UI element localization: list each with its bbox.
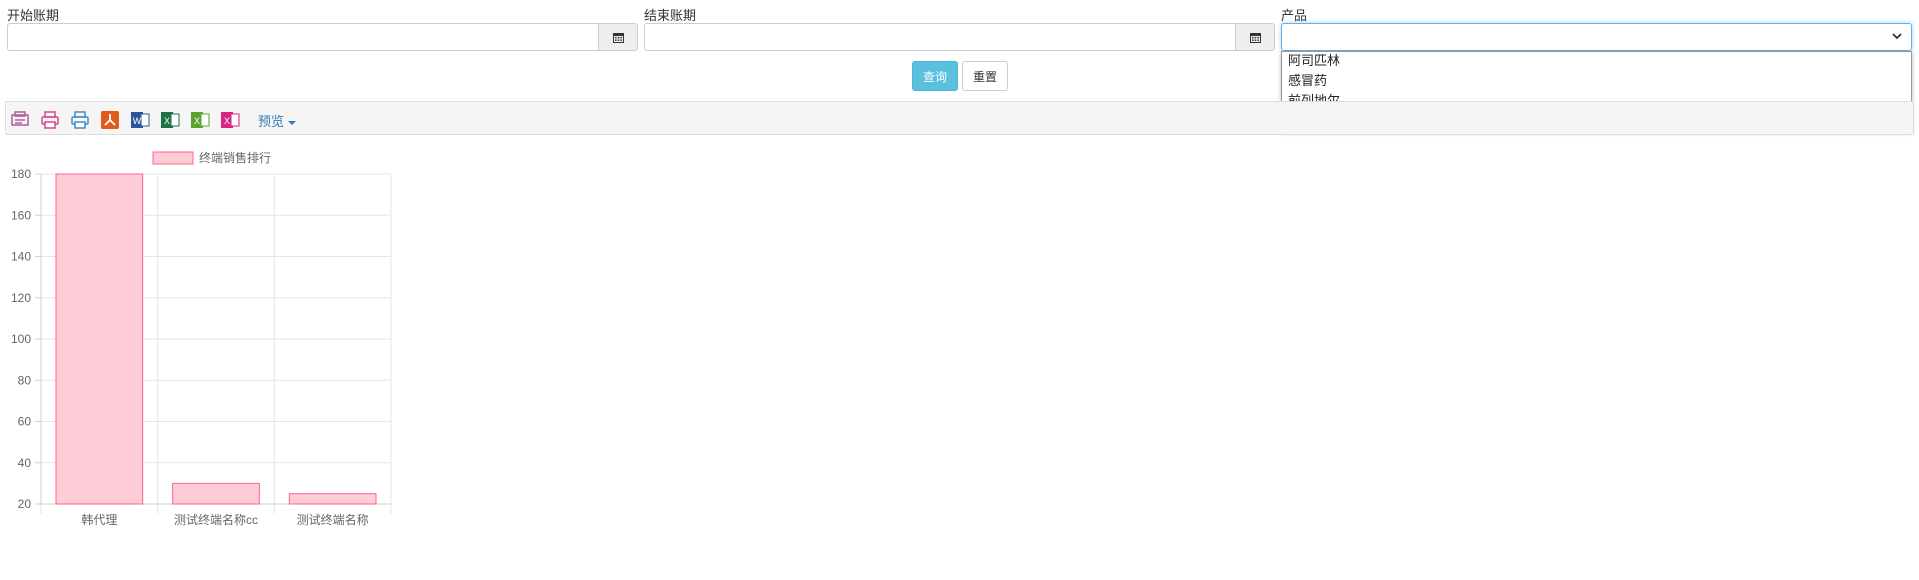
- start-date-calendar-button[interactable]: [598, 23, 638, 51]
- excel-xls-icon[interactable]: X: [220, 110, 240, 130]
- calendar-icon: [1249, 32, 1261, 43]
- start-date-input[interactable]: [7, 23, 598, 51]
- end-date-calendar-button[interactable]: [1235, 23, 1275, 51]
- bar-0: [55, 173, 144, 505]
- reset-button[interactable]: 重置: [962, 61, 1008, 91]
- word-icon[interactable]: W: [130, 110, 150, 130]
- y-tick-label: 100: [11, 332, 31, 346]
- y-tick-label: 120: [11, 291, 31, 305]
- sales-ranking-chart: 20 40 60 80 100 120 140 160 180 韩代理 测试终端名称cc 测试终端名称…: [11, 150, 392, 527]
- start-date-label: 开始账期: [7, 9, 60, 24]
- print-icon[interactable]: [40, 110, 60, 130]
- x-tick-label: 韩代理: [81, 512, 117, 527]
- svg-text:X: X: [164, 116, 170, 126]
- y-tick-label: 60: [18, 415, 32, 429]
- pdf-icon[interactable]: [100, 110, 120, 130]
- chevron-down-icon: [1892, 33, 1902, 40]
- svg-text:X: X: [224, 116, 230, 126]
- end-date-group: [644, 23, 1275, 51]
- print-preview-icon[interactable]: [10, 110, 30, 130]
- end-date-label: 结束账期: [644, 9, 697, 24]
- bar-2: [288, 493, 377, 505]
- svg-text:W: W: [133, 116, 142, 126]
- legend-swatch: [152, 151, 194, 165]
- product-label: 产品: [1281, 9, 1308, 24]
- end-date-input[interactable]: [644, 23, 1235, 51]
- x-tick-label: 测试终端名称cc: [174, 512, 258, 527]
- excel-xlsx-icon[interactable]: X: [190, 110, 210, 130]
- caret-down-icon: [288, 120, 297, 125]
- printer-icon[interactable]: [70, 110, 90, 130]
- preview-dropdown-button[interactable]: 预览: [258, 111, 297, 130]
- y-tick-label: 20: [18, 497, 32, 511]
- product-select[interactable]: [1281, 23, 1912, 51]
- product-option[interactable]: 感冒药: [1282, 72, 1911, 92]
- product-option[interactable]: 阿司匹林: [1282, 52, 1911, 72]
- y-tick-label: 160: [11, 208, 31, 222]
- y-tick-label: 180: [11, 167, 31, 181]
- export-toolbar: W X X X 预览: [5, 101, 1914, 135]
- preview-label: 预览: [258, 115, 285, 130]
- svg-text:X: X: [194, 116, 200, 126]
- query-button[interactable]: 查询: [912, 61, 958, 91]
- excel-icon[interactable]: X: [160, 110, 180, 130]
- y-tick-label: 80: [18, 373, 32, 387]
- bar-1: [172, 482, 260, 505]
- start-date-group: [7, 23, 638, 51]
- y-tick-label: 40: [18, 456, 32, 470]
- calendar-icon: [612, 32, 624, 43]
- y-tick-label: 140: [11, 250, 31, 264]
- x-tick-label: 测试终端名称: [297, 512, 369, 527]
- legend-label: 终端销售排行: [199, 150, 271, 165]
